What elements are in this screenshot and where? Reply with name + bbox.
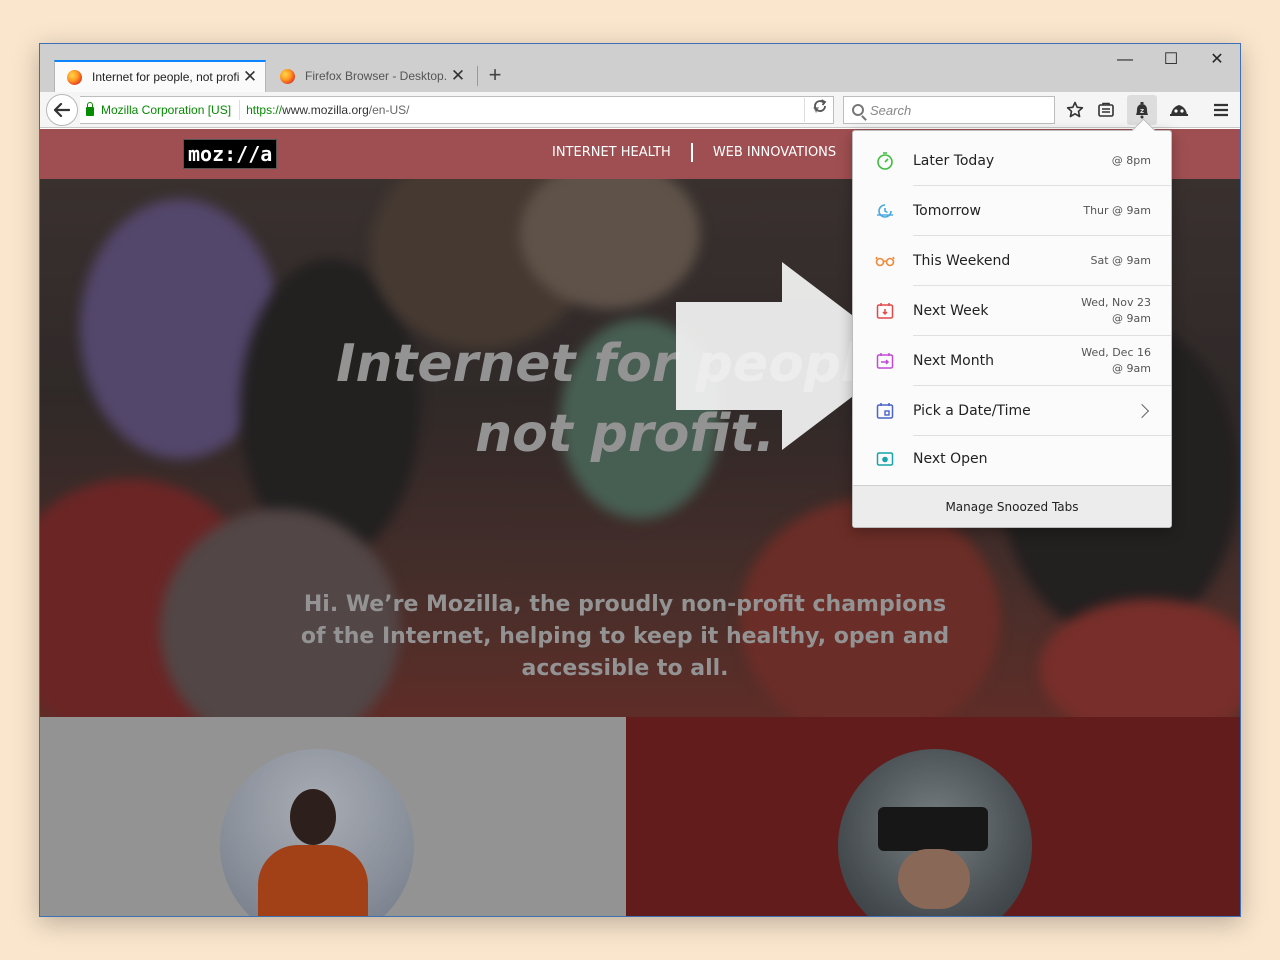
option-time: Wed, Dec 16 @ 9am — [1081, 345, 1151, 377]
back-button[interactable] — [46, 94, 78, 126]
option-time: @ 8pm — [1111, 154, 1151, 167]
option-date: Wed, Nov 23 — [1081, 296, 1151, 309]
manage-snoozed-tabs-button[interactable]: Manage Snoozed Tabs — [853, 485, 1171, 527]
hamburger-menu-button[interactable] — [1206, 95, 1236, 125]
site-identity[interactable]: Mozilla Corporation [US] — [80, 100, 241, 120]
extension-icon — [1170, 105, 1188, 116]
speaker-photo — [220, 749, 414, 916]
hero-subtitle: Hi. We’re Mozilla, the proudly non-profi… — [300, 592, 950, 681]
close-window-button[interactable]: ✕ — [1194, 48, 1240, 72]
option-label: Next Week — [913, 303, 989, 319]
search-input[interactable]: Search — [843, 96, 1055, 124]
tab-title: Firefox Browser - Desktop... — [305, 69, 447, 83]
search-icon — [852, 104, 864, 116]
svg-text:z: z — [1140, 107, 1144, 115]
reload-button[interactable] — [804, 98, 834, 122]
calendar-arrow-icon — [875, 351, 895, 371]
reader-list-button[interactable] — [1091, 95, 1121, 125]
option-time: Wed, Nov 23 @ 9am — [1081, 295, 1151, 327]
option-label: Pick a Date/Time — [913, 403, 1031, 419]
chevron-right-icon — [1134, 403, 1150, 419]
snooze-option-next-week[interactable]: Next Week Wed, Nov 23 @ 9am — [853, 286, 1171, 336]
tab-firefox-desktop[interactable]: Firefox Browser - Desktop... ✕ — [268, 60, 473, 92]
nav-web-innovations[interactable]: WEB INNOVATIONS — [693, 143, 859, 162]
clock-rise-icon — [875, 201, 895, 221]
calendar-down-icon — [875, 301, 895, 321]
glasses-icon — [875, 251, 895, 271]
navigation-toolbar: Mozilla Corporation [US] https://www.moz… — [40, 92, 1240, 128]
snooze-option-this-weekend[interactable]: This Weekend Sat @ 9am — [853, 236, 1171, 286]
snooze-option-next-month[interactable]: Next Month Wed, Dec 16 @ 9am — [853, 336, 1171, 386]
url-bar[interactable]: Mozilla Corporation [US] https://www.moz… — [80, 96, 834, 124]
tab-title: Internet for people, not profit — [92, 70, 239, 84]
feature-panel-left — [40, 717, 626, 916]
snooze-option-pick-date[interactable]: Pick a Date/Time — [853, 386, 1171, 436]
tab-close-icon[interactable]: ✕ — [447, 66, 469, 86]
option-hour: @ 9am — [1112, 312, 1151, 325]
maximize-button[interactable]: ☐ — [1148, 48, 1194, 72]
bookmark-star-button[interactable] — [1060, 95, 1090, 125]
option-label: Next Open — [913, 451, 988, 467]
identity-label: Mozilla Corporation [US] — [101, 103, 232, 117]
clipboard-icon — [1098, 102, 1114, 117]
stopwatch-icon — [875, 151, 895, 171]
person-face — [898, 849, 970, 909]
option-time: Sat @ 9am — [1090, 254, 1151, 267]
snooze-bell-icon: z — [1136, 102, 1148, 119]
extension-button[interactable] — [1164, 95, 1194, 125]
vr-headset — [878, 807, 988, 851]
option-time: Thur @ 9am — [1083, 204, 1151, 217]
new-tab-button[interactable]: + — [484, 62, 506, 88]
tab-divider — [477, 66, 478, 86]
person-head — [290, 789, 336, 845]
person-jacket — [258, 845, 368, 916]
calendar-pick-icon — [875, 401, 895, 421]
option-label: Tomorrow — [913, 203, 981, 219]
back-arrow-icon — [54, 103, 70, 117]
browser-window-icon — [875, 449, 895, 469]
tab-bar: Internet for people, not profit ✕ Firefo… — [40, 44, 1240, 92]
lock-icon — [86, 102, 94, 116]
url-host: www.mozilla.org — [282, 103, 369, 117]
minimize-button[interactable]: — — [1102, 48, 1148, 72]
nav-internet-health[interactable]: INTERNET HEALTH — [552, 143, 693, 162]
firefox-favicon-icon — [280, 68, 295, 84]
reload-icon — [813, 99, 826, 112]
url-text[interactable]: https://www.mozilla.org/en-US/ — [240, 103, 811, 117]
tab-close-icon[interactable]: ✕ — [239, 67, 261, 87]
hamburger-icon — [1214, 103, 1228, 117]
option-label: This Weekend — [913, 253, 1011, 269]
option-date: Wed, Dec 16 — [1081, 346, 1151, 359]
url-scheme: https:// — [246, 103, 283, 117]
feature-panel-right — [626, 717, 1240, 916]
snooze-tabs-panel: Later Today @ 8pm Tomorrow Thur @ 9am Th… — [852, 130, 1172, 528]
option-label: Later Today — [913, 153, 995, 169]
mozilla-logo[interactable]: moz://a — [183, 139, 278, 169]
search-placeholder: Search — [870, 102, 912, 118]
url-path: /en-US/ — [368, 103, 410, 117]
tab-mozilla[interactable]: Internet for people, not profit ✕ — [54, 60, 266, 92]
snooze-option-next-open[interactable]: Next Open — [853, 434, 1171, 484]
vr-photo — [838, 749, 1032, 916]
firefox-favicon-icon — [67, 69, 82, 85]
snooze-option-later-today[interactable]: Later Today @ 8pm — [853, 136, 1171, 186]
option-hour: @ 9am — [1112, 362, 1151, 375]
browser-window: Internet for people, not profit ✕ Firefo… — [39, 43, 1241, 917]
snooze-option-tomorrow[interactable]: Tomorrow Thur @ 9am — [853, 186, 1171, 236]
option-label: Next Month — [913, 353, 994, 369]
star-icon — [1066, 101, 1084, 118]
